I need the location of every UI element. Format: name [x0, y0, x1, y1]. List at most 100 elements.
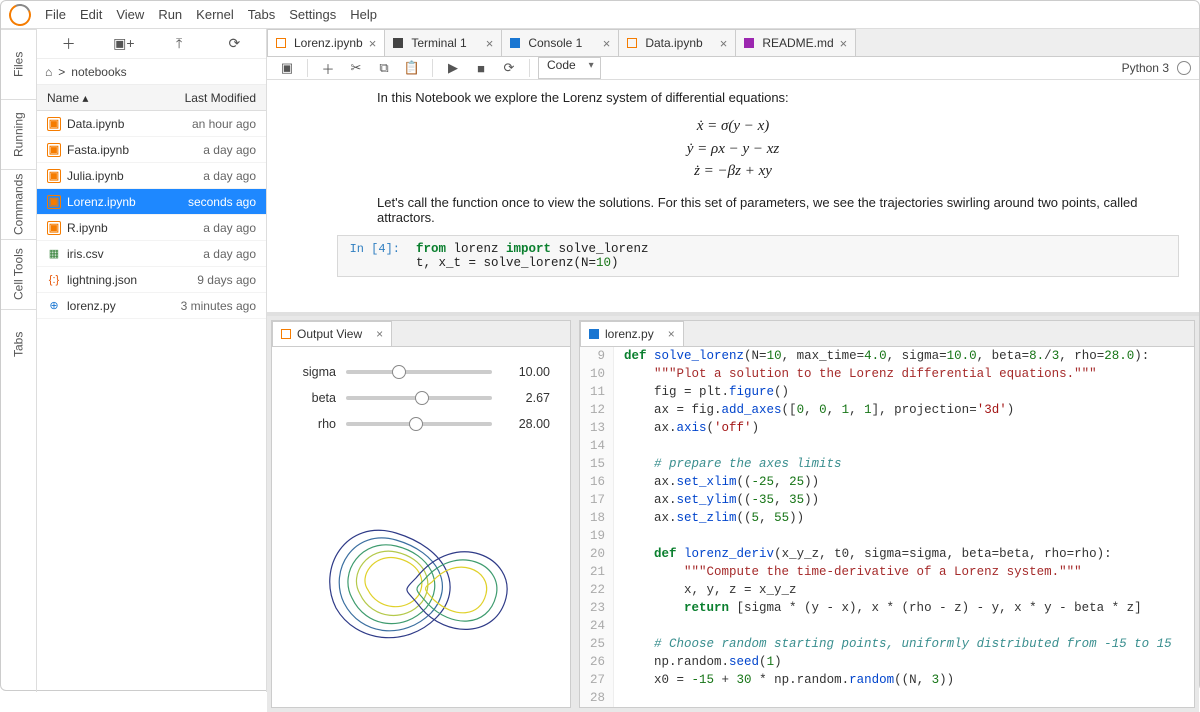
file-name-label: Lorenz.ipynb	[67, 195, 136, 209]
editor-line[interactable]: 15 # prepare the axes limits	[580, 455, 1194, 473]
menu-tabs[interactable]: Tabs	[248, 7, 275, 22]
file-modified-label: a day ago	[203, 169, 256, 183]
jupyter-logo	[6, 0, 34, 28]
file-modified-label: 9 days ago	[197, 273, 256, 287]
interrupt-kernel-button[interactable]: ■	[469, 57, 493, 79]
cell-type-select[interactable]: Code	[538, 57, 601, 79]
file-row[interactable]: ▣Data.ipynban hour ago	[37, 111, 266, 137]
line-number: 28	[580, 689, 614, 707]
slider-input[interactable]	[346, 370, 492, 374]
editor-line[interactable]: 9def solve_lorenz(N=10, max_time=4.0, si…	[580, 347, 1194, 365]
dock-tab[interactable]: Lorenz.ipynb ×	[267, 29, 385, 56]
slider-input[interactable]	[346, 422, 492, 426]
code-cell[interactable]: In [4]: from lorenz import solve_lorenz …	[337, 235, 1179, 277]
editor-line[interactable]: 27 x0 = -15 + 30 * np.random.random((N, …	[580, 671, 1194, 689]
editor-line[interactable]: 23 return [sigma * (y - x), x * (rho - z…	[580, 599, 1194, 617]
line-number: 13	[580, 419, 614, 437]
notebook-body[interactable]: In this Notebook we explore the Lorenz s…	[267, 80, 1199, 312]
close-icon[interactable]: ×	[369, 36, 377, 51]
menu-run[interactable]: Run	[158, 7, 182, 22]
run-cell-button[interactable]: ▶	[441, 57, 465, 79]
editor-line[interactable]: 26 np.random.seed(1)	[580, 653, 1194, 671]
menu-file[interactable]: File	[45, 7, 66, 22]
new-launcher-button[interactable]: ＋	[55, 33, 83, 55]
close-icon[interactable]: ×	[486, 36, 494, 51]
editor-line[interactable]: 12 ax = fig.add_axes([0, 0, 1, 1], proje…	[580, 401, 1194, 419]
home-icon[interactable]: ⌂	[45, 65, 52, 79]
code-editor[interactable]: 9def solve_lorenz(N=10, max_time=4.0, si…	[580, 347, 1194, 707]
menu-view[interactable]: View	[116, 7, 144, 22]
file-row[interactable]: {:}lightning.json9 days ago	[37, 267, 266, 293]
editor-line[interactable]: 17 ax.set_ylim((-35, 35))	[580, 491, 1194, 509]
copy-cell-button[interactable]: ⧉	[372, 57, 396, 79]
editor-line[interactable]: 18 ax.set_zlim((5, 55))	[580, 509, 1194, 527]
menu-settings[interactable]: Settings	[289, 7, 336, 22]
side-tab-files[interactable]: Files	[1, 29, 36, 99]
save-button[interactable]: ▣	[275, 57, 299, 79]
editor-line[interactable]: 14	[580, 437, 1194, 455]
file-type-icon: ▣	[47, 195, 61, 209]
math-equations: ẋ = σ(y − x) ẏ = ρx − y − xz ż = −βz + x…	[287, 115, 1179, 183]
sort-asc-icon[interactable]: ▴	[82, 91, 88, 105]
close-icon[interactable]: ×	[376, 327, 383, 341]
insert-cell-button[interactable]: ＋	[316, 57, 340, 79]
tab-type-icon	[510, 37, 522, 49]
cut-cell-button[interactable]: ✂	[344, 57, 368, 79]
tab-lorenz-py[interactable]: lorenz.py ×	[580, 321, 684, 346]
breadcrumb[interactable]: ⌂ > notebooks	[37, 59, 266, 85]
side-tab-commands[interactable]: Commands	[1, 169, 36, 239]
editor-pane: lorenz.py × 9def solve_lorenz(N=10, max_…	[579, 320, 1195, 708]
close-icon[interactable]: ×	[840, 36, 848, 51]
slider-value: 10.00	[502, 365, 550, 379]
slider-sigma: sigma10.00	[292, 359, 550, 385]
refresh-button[interactable]: ⟳	[220, 33, 248, 55]
file-row[interactable]: ▣R.ipynba day ago	[37, 215, 266, 241]
dock-tab[interactable]: Terminal 1×	[384, 29, 502, 56]
editor-line[interactable]: 11 fig = plt.figure()	[580, 383, 1194, 401]
file-row[interactable]: ▦iris.csva day ago	[37, 241, 266, 267]
dock-tab[interactable]: Console 1×	[501, 29, 619, 56]
tab-output-view[interactable]: Output View ×	[272, 321, 392, 346]
close-icon[interactable]: ×	[603, 36, 611, 51]
breadcrumb-path[interactable]: notebooks	[71, 65, 126, 79]
editor-line[interactable]: 19	[580, 527, 1194, 545]
slider-input[interactable]	[346, 396, 492, 400]
paste-cell-button[interactable]: 📋	[400, 57, 424, 79]
widget-sliders: sigma10.00beta2.67rho28.00	[272, 347, 570, 449]
side-tab-tabs[interactable]: Tabs	[1, 309, 36, 379]
file-modified-label: a day ago	[203, 221, 256, 235]
file-row[interactable]: ▣Julia.ipynba day ago	[37, 163, 266, 189]
editor-line[interactable]: 16 ax.set_xlim((-25, 25))	[580, 473, 1194, 491]
menu-kernel[interactable]: Kernel	[196, 7, 234, 22]
file-list-header[interactable]: Name ▴ Last Modified	[37, 85, 266, 111]
file-row[interactable]: ▣ Lorenz.ipynb seconds ago	[37, 189, 266, 215]
editor-line[interactable]: 21 """Compute the time-derivative of a L…	[580, 563, 1194, 581]
editor-line[interactable]: 20 def lorenz_deriv(x_y_z, t0, sigma=sig…	[580, 545, 1194, 563]
side-tab-running[interactable]: Running	[1, 99, 36, 169]
new-folder-button[interactable]: ▣+	[110, 33, 138, 55]
restart-kernel-button[interactable]: ⟳	[497, 57, 521, 79]
editor-line[interactable]: 28	[580, 689, 1194, 707]
editor-line[interactable]: 25 # Choose random starting points, unif…	[580, 635, 1194, 653]
slider-value: 2.67	[502, 391, 550, 405]
upload-button[interactable]: ⤒	[165, 33, 193, 55]
file-row[interactable]: ⊕lorenz.py3 minutes ago	[37, 293, 266, 319]
code-source[interactable]: from lorenz import solve_lorenz t, x_t =…	[408, 236, 657, 276]
close-icon[interactable]: ×	[720, 36, 728, 51]
tab-label: Lorenz.ipynb	[294, 36, 363, 50]
dock-tab[interactable]: Data.ipynb×	[618, 29, 736, 56]
menu-edit[interactable]: Edit	[80, 7, 102, 22]
dock-tab-bar: Lorenz.ipynb×Terminal 1×Console 1×Data.i…	[267, 29, 1199, 57]
menu-help[interactable]: Help	[350, 7, 377, 22]
file-row[interactable]: ▣Fasta.ipynba day ago	[37, 137, 266, 163]
slider-label: beta	[292, 391, 336, 405]
side-tab-cell-tools[interactable]: Cell Tools	[1, 239, 36, 309]
file-modified-label: seconds ago	[188, 195, 256, 209]
dock-tab[interactable]: README.md×	[735, 29, 856, 56]
kernel-name[interactable]: Python 3	[1122, 61, 1169, 75]
editor-line[interactable]: 13 ax.axis('off')	[580, 419, 1194, 437]
editor-line[interactable]: 10 """Plot a solution to the Lorenz diff…	[580, 365, 1194, 383]
close-icon[interactable]: ×	[668, 327, 675, 341]
editor-line[interactable]: 24	[580, 617, 1194, 635]
editor-line[interactable]: 22 x, y, z = x_y_z	[580, 581, 1194, 599]
